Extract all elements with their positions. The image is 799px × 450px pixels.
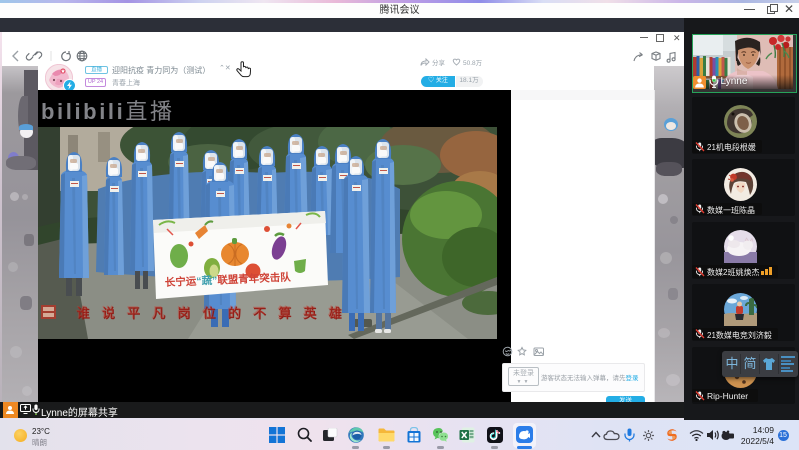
svg-text:谁说平凡岗位的不算英雄: 谁说平凡岗位的不算英雄: [76, 305, 353, 320]
